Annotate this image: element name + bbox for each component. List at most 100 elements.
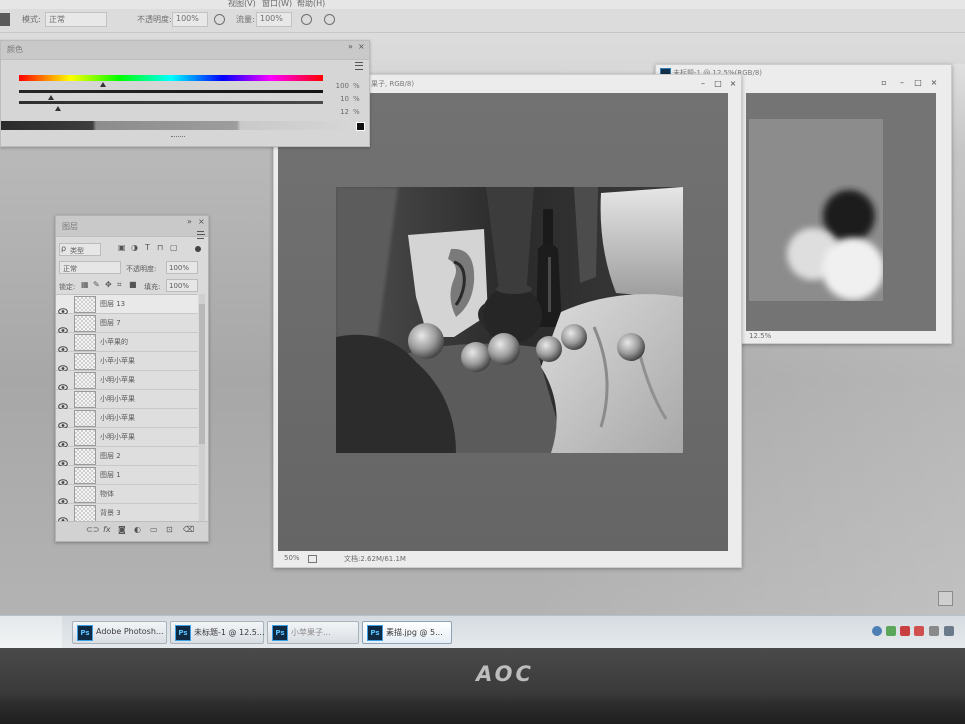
layer-list[interactable]: 图层 13 图层 7 小苹果的 小苹小苹果 小明小苹果 小明小苹果 小明小苹果 小明小苹果 图层… — [56, 294, 198, 522]
eye-icon[interactable] — [58, 338, 68, 353]
group-folder-icon[interactable]: ▭ — [150, 525, 158, 534]
layer-row[interactable]: 小明小苹果 — [56, 371, 198, 391]
layer-row[interactable]: 图层 1 — [56, 466, 198, 486]
eye-icon[interactable] — [58, 509, 68, 522]
shape-filter-icon[interactable]: ⊓ — [157, 243, 163, 252]
layer-list-scrollbar[interactable] — [199, 294, 205, 521]
tray-app-icon[interactable] — [872, 626, 882, 636]
maximize-icon[interactable]: □ — [912, 78, 924, 87]
layer-row[interactable]: 图层 7 — [56, 314, 198, 334]
eye-icon[interactable] — [58, 452, 68, 467]
adjustment-filter-icon[interactable]: ◑ — [131, 243, 138, 252]
hue-value[interactable]: 100 — [323, 82, 349, 90]
new-layer-icon[interactable]: ⊡ — [166, 525, 173, 534]
layer-row[interactable]: 小明小苹果 — [56, 409, 198, 429]
brightness-slider-handle[interactable] — [55, 106, 61, 111]
start-area[interactable] — [0, 616, 62, 649]
adjustment-layer-icon[interactable]: ◐ — [134, 525, 141, 534]
layer-thumbnail[interactable] — [74, 391, 96, 408]
layer-row[interactable]: 背景 3 — [56, 504, 198, 522]
menu-window[interactable]: 窗口(W) — [262, 0, 292, 9]
menu-help[interactable]: 帮助(H) — [297, 0, 325, 9]
lock-all-icon[interactable]: ■ — [129, 280, 137, 289]
eye-icon[interactable] — [58, 395, 68, 410]
panel-resize-grip[interactable] — [171, 136, 185, 139]
saturation-value[interactable]: 10 — [323, 95, 349, 103]
layer-row[interactable]: 小苹小苹果 — [56, 352, 198, 372]
collapse-icon[interactable]: » — [187, 217, 192, 226]
close-icon[interactable]: × — [727, 79, 739, 88]
pressure-size-icon[interactable] — [324, 14, 335, 25]
airbrush-icon[interactable] — [301, 14, 312, 25]
layer-row[interactable]: 小明小苹果 — [56, 428, 198, 448]
layer-row[interactable]: 物体 — [56, 485, 198, 505]
brightness-value[interactable]: 12 — [323, 108, 349, 116]
layer-thumbnail[interactable] — [74, 429, 96, 446]
menu-view[interactable]: 视图(V) — [228, 0, 256, 9]
zoom-level[interactable]: 50% — [284, 554, 300, 562]
eye-icon[interactable] — [58, 414, 68, 429]
layer-thumbnail[interactable] — [74, 410, 96, 427]
opacity-input[interactable]: 100% — [172, 12, 208, 27]
layer-thumbnail[interactable] — [74, 505, 96, 522]
eye-icon[interactable] — [58, 376, 68, 391]
taskbar-item-document[interactable]: Ps 小苹果子... — [267, 621, 359, 644]
layer-thumbnail[interactable] — [74, 353, 96, 370]
volume-icon[interactable] — [929, 626, 939, 636]
filter-toggle-icon[interactable] — [195, 246, 201, 252]
collapse-icon[interactable]: » — [348, 42, 353, 51]
layer-thumbnail[interactable] — [74, 467, 96, 484]
panel-tab-layers[interactable]: 图层 — [62, 221, 78, 232]
minimize-icon[interactable]: – — [896, 78, 908, 87]
minimize-icon[interactable]: – — [697, 79, 709, 88]
mode-select[interactable]: 正常 — [45, 12, 107, 27]
hue-slider-handle[interactable] — [100, 82, 106, 87]
layer-fill-input[interactable]: 100% — [166, 279, 198, 292]
blend-mode-select[interactable]: 正常 — [59, 261, 121, 274]
panel-menu-icon[interactable] — [355, 62, 363, 70]
type-filter-icon[interactable]: T — [145, 243, 150, 252]
network-icon[interactable] — [944, 626, 954, 636]
lock-transparent-icon[interactable]: ▦ — [81, 280, 89, 289]
close-icon[interactable]: × — [928, 78, 940, 87]
brush-tool-icon[interactable] — [0, 13, 10, 26]
layer-thumbnail[interactable] — [74, 315, 96, 332]
document-canvas[interactable] — [746, 93, 936, 331]
tray-app-icon[interactable] — [914, 626, 924, 636]
layer-opacity-input[interactable]: 100% — [166, 261, 198, 274]
panel-tab-color[interactable]: 颜色 — [7, 44, 23, 55]
brightness-slider[interactable] — [19, 101, 323, 104]
layer-thumbnail[interactable] — [74, 334, 96, 351]
trash-icon[interactable]: ⌫ — [183, 525, 194, 534]
panel-menu-icon[interactable] — [197, 231, 205, 239]
eye-icon[interactable] — [58, 433, 68, 448]
tray-alert-icon[interactable] — [900, 626, 910, 636]
layer-filter-select[interactable]: ρ 类型 — [59, 243, 101, 256]
eye-icon[interactable] — [58, 319, 68, 334]
eye-icon[interactable] — [58, 300, 68, 315]
close-icon[interactable]: × — [198, 217, 205, 226]
saturation-slider-handle[interactable] — [48, 95, 54, 100]
layer-row[interactable]: 小明小苹果 — [56, 390, 198, 410]
taskbar-item-untitled[interactable]: Ps 未标题-1 @ 12.5... — [170, 621, 265, 644]
panel-dock-icon[interactable] — [938, 591, 953, 606]
document-canvas[interactable] — [278, 93, 728, 551]
layer-row[interactable]: 图层 2 — [56, 447, 198, 467]
zoom-level[interactable]: 12.5% — [749, 332, 771, 340]
maximize-icon[interactable]: □ — [712, 79, 724, 88]
lock-position-icon[interactable]: ✥ — [105, 280, 112, 289]
layer-thumbnail[interactable] — [74, 486, 96, 503]
eye-icon[interactable] — [58, 471, 68, 486]
fx-icon[interactable]: fx — [103, 525, 111, 534]
layer-row[interactable]: 小苹果的 — [56, 333, 198, 353]
black-white-swatch[interactable] — [356, 122, 365, 131]
layer-row[interactable]: 图层 13 — [56, 295, 198, 315]
document-window-main[interactable]: 果子, RGB/8) – □ × 50% 文档:2.62M/61.1M — [273, 74, 742, 568]
layer-thumbnail[interactable] — [74, 296, 96, 313]
smart-object-filter-icon[interactable]: ▢ — [170, 243, 178, 252]
lock-image-icon[interactable]: ✎ — [93, 280, 100, 289]
color-spectrum-bar[interactable] — [1, 121, 353, 130]
layer-thumbnail[interactable] — [74, 372, 96, 389]
flow-input[interactable]: 100% — [256, 12, 292, 27]
scrollbar-thumb[interactable] — [199, 304, 205, 444]
